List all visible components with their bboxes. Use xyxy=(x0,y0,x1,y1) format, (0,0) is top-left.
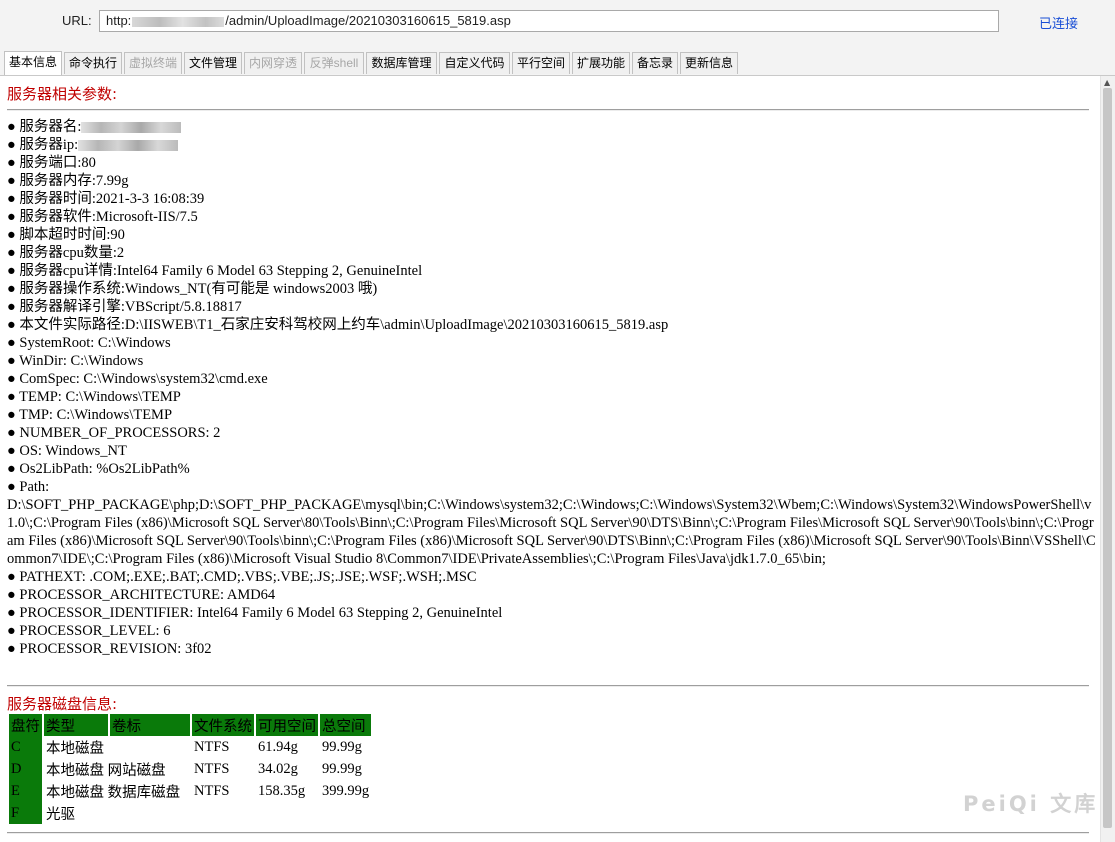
drive-type-label: 本地磁盘 网站磁盘 xyxy=(46,762,166,779)
drive-type-label: 本地磁盘 xyxy=(46,740,104,757)
drive-free-space: 34.02g xyxy=(258,760,298,777)
col-type: 类型 xyxy=(44,714,108,736)
drive-letter: C xyxy=(9,736,42,758)
url-bar: URL: http: /admin/UploadImage/20210303160… xyxy=(0,0,1115,44)
list-item: ● PROCESSOR_ARCHITECTURE: AMD64 xyxy=(7,587,276,603)
list-item: ● 服务器内存:7.99g xyxy=(7,173,129,189)
redacted-value xyxy=(81,122,182,134)
server-params-title: 服务器相关参数: xyxy=(7,85,118,103)
list-item: ● Os2LibPath: %Os2LibPath% xyxy=(7,461,190,477)
list-item: ● NUMBER_OF_PROCESSORS: 2 xyxy=(7,425,221,441)
url-label: URL: xyxy=(62,13,92,28)
table-row: C 本地磁盘 NTFS 61.94g 99.99g xyxy=(9,736,371,758)
list-item: ● 服务器ip: xyxy=(7,136,1099,154)
watermark: PeiQi 文库 xyxy=(963,792,1099,816)
list-item: ● PATHEXT: .COM;.EXE;.BAT;.CMD;.VBS;.VBE… xyxy=(7,569,477,585)
tab-parallel-space[interactable]: 平行空间 xyxy=(512,52,570,74)
tab-reverse-shell[interactable]: 反弹shell xyxy=(304,52,364,74)
drive-free-space xyxy=(256,802,318,824)
redacted-value xyxy=(78,140,179,152)
content-area: 服务器相关参数: ● 服务器名: ● 服务器ip: ● 服务端口:80 ● 服务… xyxy=(0,76,1100,842)
server-info-list: ● 服务器名: ● 服务器ip: ● 服务端口:80 ● 服务器内存:7.99g… xyxy=(7,118,1099,658)
list-item: ● Path: xyxy=(7,479,50,495)
drive-total-space xyxy=(320,802,371,824)
redacted-host xyxy=(132,16,225,27)
table-row: F 光驱 xyxy=(9,802,371,824)
tab-basic-info[interactable]: 基本信息 xyxy=(4,51,62,75)
list-item: ● 脚本超时时间:90 xyxy=(7,227,125,243)
tab-intranet-tunnel[interactable]: 内网穿透 xyxy=(244,52,302,74)
list-item: ● OS: Windows_NT xyxy=(7,443,127,459)
col-drive: 盘符 xyxy=(9,714,42,736)
table-header-row: 盘符 类型 卷标 文件系统 可用空间 总空间 xyxy=(9,714,372,736)
list-item: ● 服务器解译引擎:VBScript/5.8.18817 xyxy=(7,299,242,315)
drive-filesystem: NTFS xyxy=(194,760,230,777)
drive-filesystem: NTFS xyxy=(194,782,230,799)
list-item: ● PROCESSOR_IDENTIFIER: Intel64 Family 6… xyxy=(7,605,503,621)
drive-free-space: 61.94g xyxy=(258,738,298,755)
list-item: ● PROCESSOR_LEVEL: 6 xyxy=(7,623,171,639)
drive-filesystem xyxy=(192,802,254,824)
list-item: ● 服务端口:80 xyxy=(7,155,96,171)
drive-total-space: 99.99g xyxy=(322,760,362,777)
connection-status[interactable]: 已连接 xyxy=(1039,13,1078,32)
list-item: ● 服务器cpu数量:2 xyxy=(7,245,125,261)
drive-total-space: 399.99g xyxy=(322,782,370,799)
tab-database-manager[interactable]: 数据库管理 xyxy=(366,52,437,74)
disk-table: 盘符 类型 卷标 文件系统 可用空间 总空间 C 本地磁盘 NTFS 61.94… xyxy=(7,714,373,824)
scrollbar-thumb[interactable] xyxy=(1103,88,1112,828)
drive-letter: E xyxy=(9,780,42,802)
divider xyxy=(7,685,1089,687)
drive-type-label: 本地磁盘 数据库磁盘 xyxy=(46,784,181,801)
url-prefix: http: xyxy=(106,13,132,28)
list-item: ● 服务器cpu详情:Intel64 Family 6 Model 63 Ste… xyxy=(7,263,423,279)
drive-letter: F xyxy=(9,802,42,824)
tab-update-info[interactable]: 更新信息 xyxy=(680,52,738,74)
list-item: ● TEMP: C:\Windows\TEMP xyxy=(7,389,181,405)
list-item: ● SystemRoot: C:\Windows xyxy=(7,335,171,351)
table-row: E 本地磁盘 数据库磁盘 NTFS 158.35g 399.99g xyxy=(9,780,371,802)
tab-extensions[interactable]: 扩展功能 xyxy=(572,52,630,74)
drive-letter: D xyxy=(9,758,42,780)
divider xyxy=(7,109,1089,111)
drive-type-label: 光驱 xyxy=(46,806,75,823)
vertical-scrollbar[interactable]: ▲ xyxy=(1100,76,1115,842)
drive-free-space: 158.35g xyxy=(258,782,306,799)
list-item: ● WinDir: C:\Windows xyxy=(7,353,144,369)
divider xyxy=(7,832,1089,834)
col-total-space: 总空间 xyxy=(320,714,372,736)
col-label: 卷标 xyxy=(110,714,190,736)
tab-file-manager[interactable]: 文件管理 xyxy=(184,52,242,74)
tab-command-exec[interactable]: 命令执行 xyxy=(64,52,122,74)
list-item: ● PROCESSOR_REVISION: 3f02 xyxy=(7,641,212,657)
tab-bar: 基本信息 命令执行 虚拟终端 文件管理 内网穿透 反弹shell 数据库管理 自… xyxy=(0,44,1115,76)
table-row: D 本地磁盘 网站磁盘 NTFS 34.02g 99.99g xyxy=(9,758,371,780)
drive-filesystem: NTFS xyxy=(194,738,230,755)
tab-memo[interactable]: 备忘录 xyxy=(632,52,678,74)
col-free-space: 可用空间 xyxy=(256,714,318,736)
drive-total-space: 99.99g xyxy=(322,738,362,755)
list-item: ● 服务器操作系统:Windows_NT(有可能是 windows2003 哦) xyxy=(7,281,378,297)
list-item: ● 本文件实际路径:D:\IISWEB\T1_石家庄安科驾校网上约车\admin… xyxy=(7,317,669,333)
list-item: ● 服务器时间:2021-3-3 16:08:39 xyxy=(7,191,205,207)
list-item: ● 服务器名: xyxy=(7,118,1099,136)
list-item: ● 服务器软件:Microsoft-IIS/7.5 xyxy=(7,209,198,225)
tab-virtual-terminal[interactable]: 虚拟终端 xyxy=(124,52,182,74)
scroll-up-icon[interactable]: ▲ xyxy=(1104,78,1110,87)
list-item: ● ComSpec: C:\Windows\system32\cmd.exe xyxy=(7,371,268,387)
col-filesystem: 文件系统 xyxy=(192,714,254,736)
disk-info-title: 服务器磁盘信息: xyxy=(7,695,118,713)
tab-custom-code[interactable]: 自定义代码 xyxy=(439,52,510,74)
url-path: /admin/UploadImage/20210303160615_5819.a… xyxy=(225,13,511,28)
list-item: ● TMP: C:\Windows\TEMP xyxy=(7,407,173,423)
path-value: D:\SOFT_PHP_PACKAGE\php;D:\SOFT_PHP_PACK… xyxy=(7,497,1096,567)
url-input[interactable]: http: /admin/UploadImage/20210303160615_5… xyxy=(99,10,999,32)
